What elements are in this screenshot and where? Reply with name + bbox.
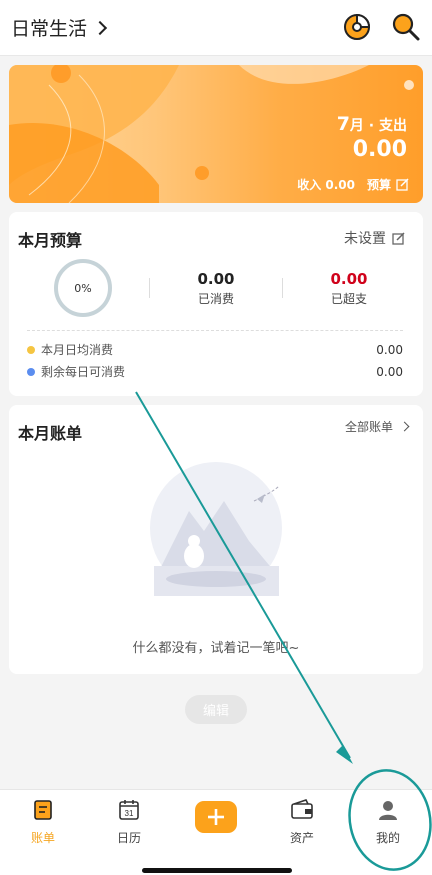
- search-icon[interactable]: [391, 12, 421, 42]
- remaining-daily-row: 剩余每日可消费 0.00: [27, 363, 403, 380]
- bills-card: 本月账单 全部账单 什么都没有，试着记一笔吧~: [9, 405, 423, 674]
- budget-title: 本月预算: [18, 231, 83, 250]
- budget-progress-ring: 0%: [54, 259, 112, 317]
- income-label: 收入 0.00: [297, 178, 355, 192]
- tab-profile[interactable]: 我的: [356, 798, 420, 846]
- add-record-button[interactable]: [195, 801, 237, 833]
- overspent-stat: 0.00 已超支: [330, 270, 368, 306]
- yellow-dot-icon: [27, 345, 35, 354]
- bottom-tab-bar: 账单 31 日历 资产 我的: [0, 789, 432, 875]
- ledger-icon: [34, 800, 52, 820]
- pie-chart-icon[interactable]: [342, 12, 372, 42]
- daily-average-row: 本月日均消费 0.00: [27, 341, 403, 358]
- plus-icon: [208, 809, 224, 825]
- expense-amount: 0.00: [352, 137, 407, 162]
- budget-link[interactable]: 预算: [367, 176, 409, 193]
- tab-assets[interactable]: 资产: [270, 798, 334, 846]
- expense-banner[interactable]: 7月 · 支出 0.00 收入 0.00 预算: [9, 65, 423, 203]
- edit-icon: [396, 178, 409, 191]
- empty-state-illustration: [150, 462, 282, 596]
- edit-button[interactable]: 编辑: [185, 695, 247, 724]
- empty-state-text: 什么都没有，试着记一笔吧~: [132, 641, 300, 656]
- user-icon: [379, 801, 397, 820]
- chevron-right-icon: [399, 421, 410, 432]
- budget-card: 本月预算 未设置 0% 0.00 已消费 0.00 已超支 本月日均消费 0.0…: [9, 212, 423, 396]
- spent-stat: 0.00 已消费: [197, 270, 235, 306]
- book-title: 日常生活: [11, 18, 88, 40]
- annotation-arrowhead: [336, 745, 353, 764]
- tab-calendar[interactable]: 31 日历: [97, 798, 161, 846]
- top-bar: 日常生活: [0, 0, 432, 56]
- bills-title: 本月账单: [18, 424, 83, 443]
- calendar-icon: 31: [119, 800, 139, 820]
- all-bills-link[interactable]: 全部账单: [345, 418, 410, 435]
- edit-icon: [392, 231, 405, 245]
- book-selector[interactable]: 日常生活: [11, 14, 108, 41]
- tab-bills[interactable]: 账单: [11, 798, 75, 846]
- budget-set-button[interactable]: 未设置: [344, 228, 405, 248]
- calendar-day: 31: [125, 809, 134, 818]
- wallet-icon: [291, 799, 313, 819]
- home-indicator: [142, 868, 292, 873]
- chevron-right-icon: [92, 20, 108, 35]
- banner-month-label: 7月 · 支出: [336, 113, 407, 135]
- blue-dot-icon: [27, 367, 35, 376]
